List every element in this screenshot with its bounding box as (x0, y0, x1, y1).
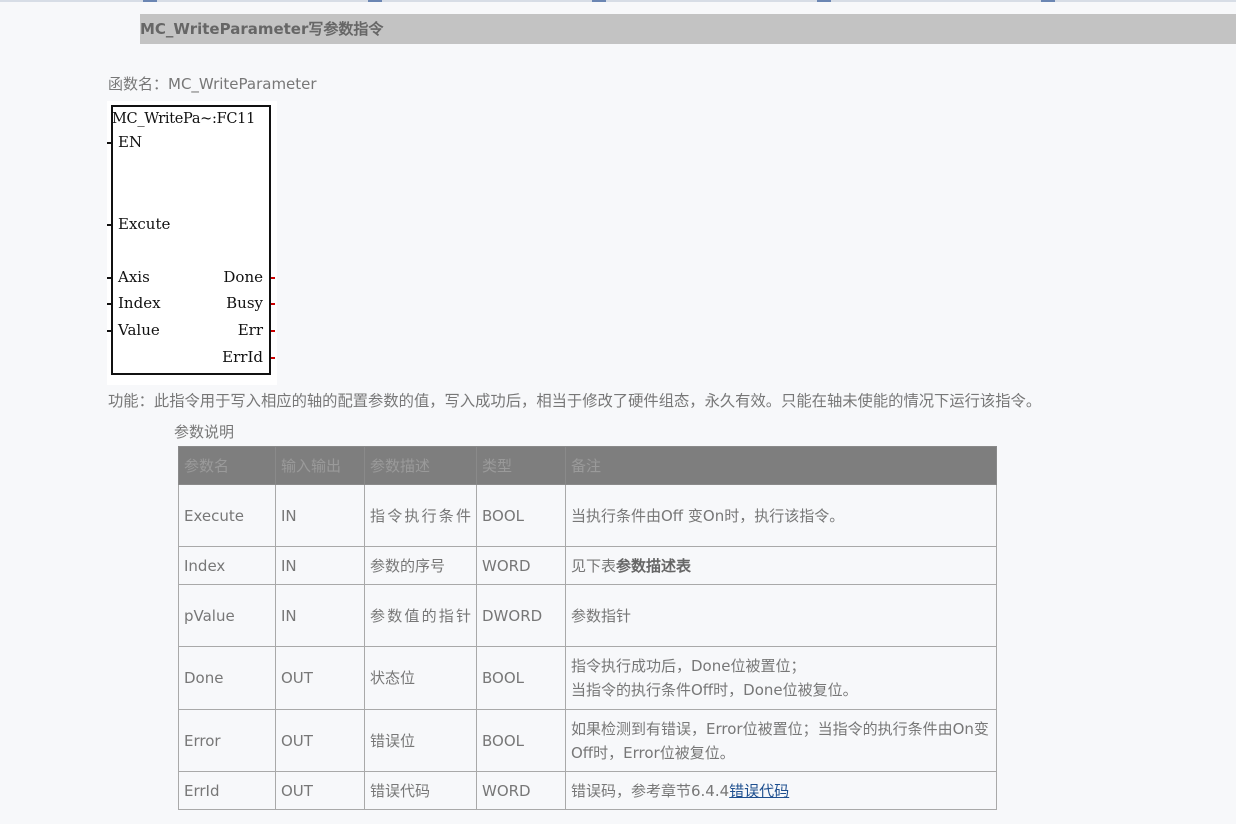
block-title: MC_WritePa~:FC11 (112, 111, 256, 127)
param-name: Index (178, 546, 276, 585)
top-marker (368, 0, 382, 2)
param-desc: 状态位 (364, 646, 477, 710)
column-header: 参数名 (178, 446, 276, 485)
input-pin (107, 224, 111, 226)
block-input-index: Index (118, 294, 161, 312)
param-desc: 错误代码 (364, 771, 477, 810)
param-type: BOOL (476, 709, 566, 772)
param-name: Error (178, 709, 276, 772)
param-note: 如果检测到有错误，Error位被置位；当指令的执行条件由On变Off时，Erro… (565, 709, 997, 772)
block-input-axis: Axis (118, 268, 150, 286)
param-note: 错误码，参考章节6.4.4错误代码 (565, 771, 997, 810)
top-marker (1041, 0, 1055, 2)
table-row: Error OUT 错误位 BOOL 如果检测到有错误，Error位被置位；当指… (178, 709, 997, 772)
param-io: OUT (275, 646, 365, 710)
param-name: ErrId (178, 771, 276, 810)
output-pin (271, 357, 275, 359)
param-type: BOOL (476, 646, 566, 710)
param-io: OUT (275, 709, 365, 772)
param-name: pValue (178, 584, 276, 647)
block-output-done: Done (223, 268, 263, 286)
param-desc: 错误位 (364, 709, 477, 772)
table-caption: 参数说明 (174, 423, 235, 441)
column-header: 参数描述 (364, 446, 477, 485)
function-block-diagram: MC_WritePa~:FC11 EN Excute Axis Index Va… (107, 101, 277, 385)
block-output-err: Err (237, 321, 263, 339)
param-type: WORD (476, 546, 566, 585)
input-pin (107, 277, 111, 279)
param-note: 参数指针 (565, 584, 997, 647)
table-row: pValue IN 参数值的指针 DWORD 参数指针 (178, 584, 997, 647)
param-io: IN (275, 546, 365, 585)
param-type: WORD (476, 771, 566, 810)
function-name-label: 函数名：MC_WriteParameter (108, 75, 317, 93)
error-code-link[interactable]: 错误代码 (729, 782, 789, 800)
top-border-line (0, 0, 1236, 2)
param-note: 指令执行成功后，Done位被置位； 当指令的执行条件Off时，Done位被复位。 (565, 646, 997, 710)
param-note: 见下表参数描述表 (565, 546, 997, 585)
top-marker (817, 0, 831, 2)
block-input-value: Value (118, 321, 160, 339)
note-text: 见下表 (571, 556, 617, 575)
top-marker (592, 0, 606, 2)
param-io: OUT (275, 771, 365, 810)
block-input-en: EN (118, 133, 143, 151)
param-name: Execute (178, 484, 276, 547)
param-io: IN (275, 484, 365, 547)
table-row: Execute IN 指令执行条件 BOOL 当执行条件由Off 变On时，执行… (178, 484, 997, 547)
block-output-busy: Busy (226, 294, 263, 312)
block-output-errid: ErrId (222, 348, 263, 366)
column-header: 输入输出 (275, 446, 365, 485)
param-type: DWORD (476, 584, 566, 647)
input-pin (107, 303, 111, 305)
top-marker (143, 0, 157, 2)
note-line: 当指令的执行条件Off时，Done位被复位。 (571, 681, 858, 699)
table-header-row: 参数名 输入输出 参数描述 类型 备注 (178, 446, 997, 485)
param-desc: 参数的序号 (364, 546, 477, 585)
table-row: ErrId OUT 错误代码 WORD 错误码，参考章节6.4.4错误代码 (178, 771, 997, 810)
parameter-table: 参数名 输入输出 参数描述 类型 备注 Execute IN 指令执行条件 BO… (178, 446, 997, 810)
param-type: BOOL (476, 484, 566, 547)
column-header: 类型 (476, 446, 566, 485)
output-pin (271, 303, 275, 305)
output-pin (271, 277, 275, 279)
block-input-excute: Excute (118, 215, 171, 233)
output-pin (271, 330, 275, 332)
note-line: 指令执行成功后，Done位被置位； (571, 657, 806, 675)
section-heading: MC_WriteParameter写参数指令 (140, 14, 1236, 44)
note-text: 错误码，参考章节6.4.4 (571, 781, 730, 800)
note-bold-text: 参数描述表 (616, 556, 692, 575)
function-description: 功能：此指令用于写入相应的轴的配置参数的值，写入成功后，相当于修改了硬件组态，永… (108, 392, 1042, 410)
param-desc: 参数值的指针 (364, 584, 477, 647)
input-pin (107, 142, 111, 144)
table-row: Done OUT 状态位 BOOL 指令执行成功后，Done位被置位； 当指令的… (178, 646, 997, 710)
input-pin (107, 330, 111, 332)
table-row: Index IN 参数的序号 WORD 见下表参数描述表 (178, 546, 997, 585)
param-note: 当执行条件由Off 变On时，执行该指令。 (565, 484, 997, 547)
column-header: 备注 (565, 446, 997, 485)
param-desc: 指令执行条件 (364, 484, 477, 547)
param-name: Done (178, 646, 276, 710)
param-io: IN (275, 584, 365, 647)
